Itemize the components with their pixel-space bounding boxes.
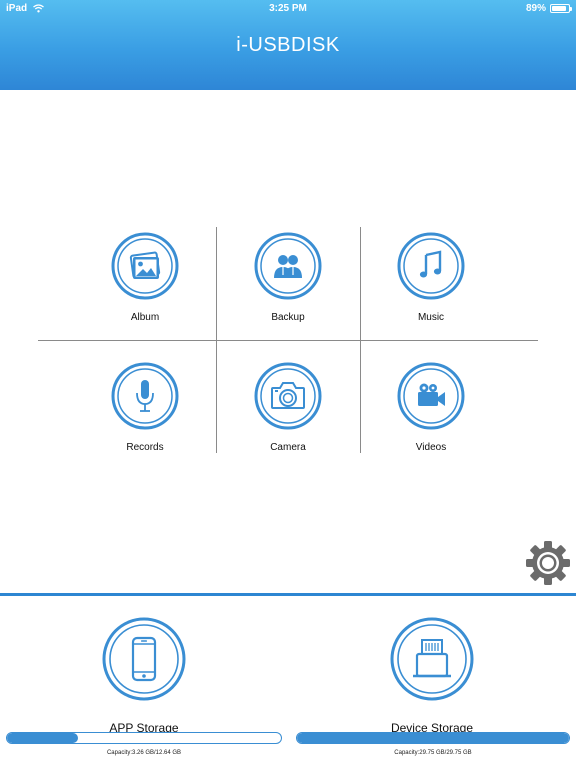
camera-icon [253,361,323,431]
backup-button[interactable]: Backup [218,231,358,323]
settings-button[interactable] [524,539,572,587]
videos-button[interactable]: Videos [361,361,501,453]
status-right: 89% [525,3,572,14]
app-storage-capacity: Capacity:3.26 GB/12.64 GB [106,750,182,756]
backup-icon [253,231,323,301]
battery-icon [550,4,572,13]
music-icon [396,231,466,301]
camera-label: Camera [270,442,306,453]
storage-divider [0,593,576,596]
app-storage-button[interactable]: APP Storage [0,616,288,735]
device-storage-button[interactable]: Device Storage [288,616,576,735]
phone-icon [101,616,187,702]
device-storage-progress [296,732,570,744]
microphone-icon [110,361,180,431]
album-icon [110,231,180,301]
status-bar: iPad 3:25 PM 89% [0,0,576,18]
app-title: i-USBDISK [236,34,340,56]
battery-percent: 89% [525,3,546,14]
music-button[interactable]: Music [361,231,501,323]
device-storage-capacity: Capacity:29.75 GB/29.75 GB [394,750,472,756]
album-label: Album [130,312,160,323]
device-storage-progress-fill [297,733,569,743]
gear-icon [526,541,570,585]
app-storage-progress-fill [7,733,78,743]
status-time: 3:25 PM [269,3,307,14]
music-label: Music [417,312,445,323]
usb-drive-icon [389,616,475,702]
header-bar: iPad 3:25 PM 89% i-USBDISK [0,0,576,90]
feature-grid: Album Backup Music Records Camera Videos [38,227,538,453]
records-label: Records [126,442,164,453]
album-button[interactable]: Album [75,231,215,323]
camera-button[interactable]: Camera [218,361,358,453]
video-camera-icon [396,361,466,431]
grid-divider [38,340,538,341]
battery-level [552,6,567,11]
records-button[interactable]: Records [75,361,215,453]
backup-label: Backup [271,312,305,323]
app-storage-progress [6,732,282,744]
videos-label: Videos [415,442,447,453]
